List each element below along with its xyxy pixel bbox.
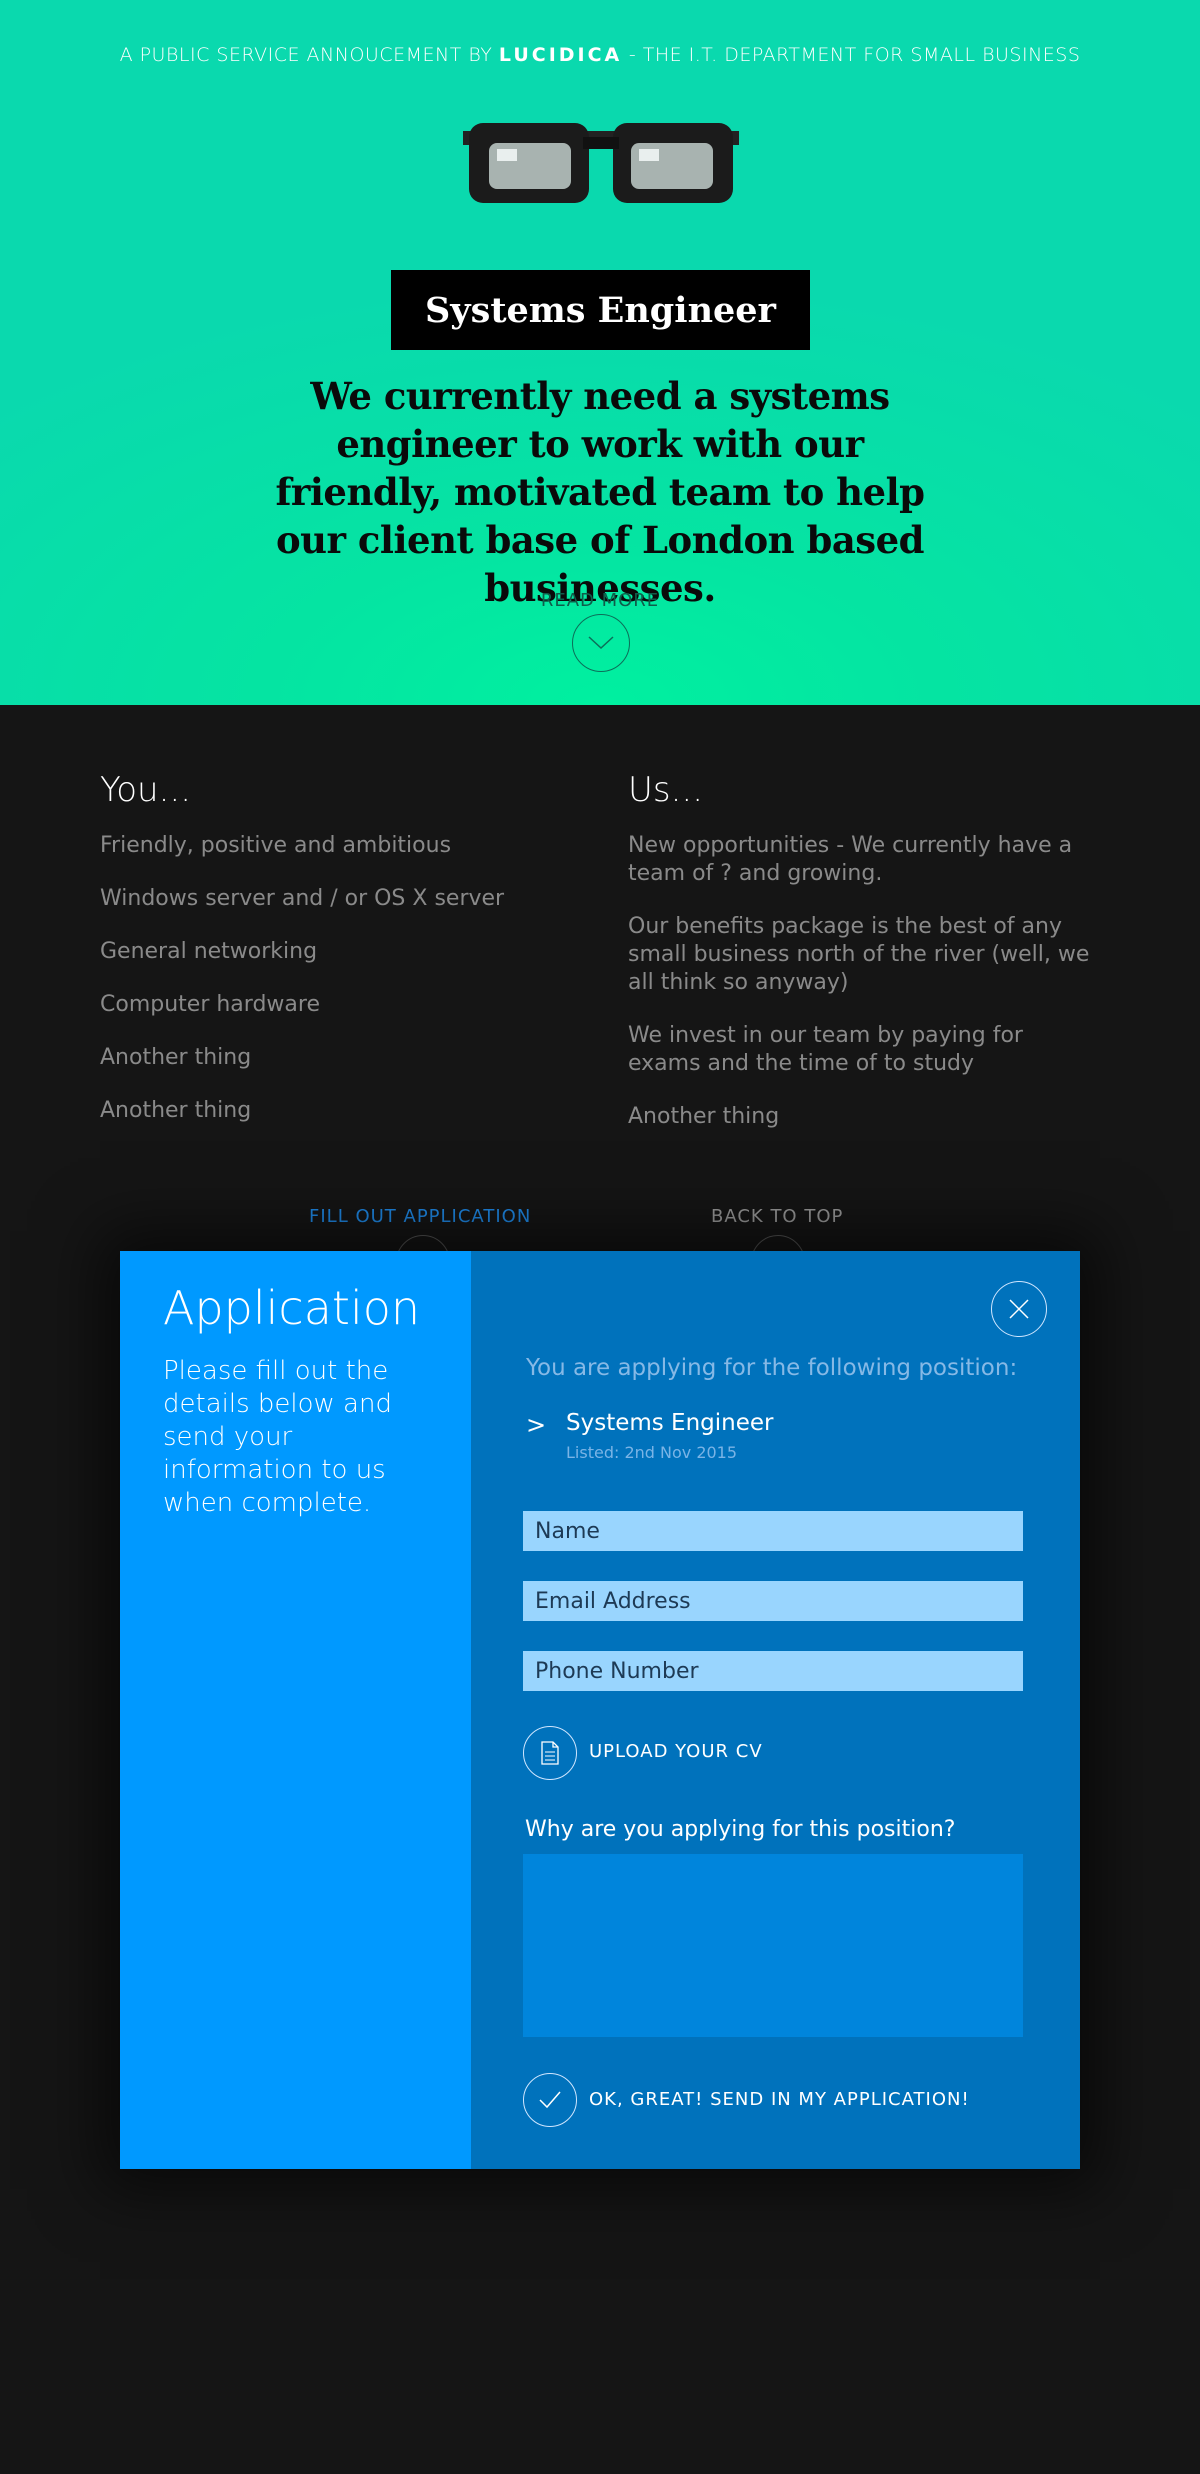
- check-icon: [539, 2091, 561, 2109]
- us-heading: Us...: [628, 770, 704, 810]
- fill-out-application-link[interactable]: FILL OUT APPLICATION: [309, 1206, 531, 1227]
- why-applying-label: Why are you applying for this position?: [525, 1817, 956, 1842]
- you-column: You... Friendly, positive and ambitious …: [100, 770, 580, 1150]
- job-title-box: Systems Engineer: [391, 270, 810, 350]
- you-item: Computer hardware: [100, 992, 320, 1017]
- send-application-button[interactable]: [523, 2073, 577, 2127]
- modal-title: Application: [163, 1281, 421, 1335]
- brand-name[interactable]: LUCIDICA: [499, 44, 622, 66]
- modal-intro-panel: Application Please fill out the details …: [120, 1251, 471, 2169]
- us-column: Us... New opportunities - We currently h…: [628, 770, 1098, 1156]
- read-more-button[interactable]: [572, 614, 630, 672]
- position-arrow-icon: >: [526, 1411, 547, 1439]
- us-item: We invest in our team by paying for exam…: [628, 1023, 1023, 1076]
- hero-section: A PUBLIC SERVICE ANNOUCEMENT BY LUCIDICA…: [0, 0, 1200, 705]
- why-applying-textarea[interactable]: [523, 1854, 1023, 2037]
- document-icon: [541, 1741, 559, 1765]
- psa-banner: A PUBLIC SERVICE ANNOUCEMENT BY LUCIDICA…: [0, 44, 1200, 66]
- us-item: New opportunities - We currently have a …: [628, 833, 1073, 886]
- email-input[interactable]: [523, 1581, 1023, 1621]
- name-input[interactable]: [523, 1511, 1023, 1551]
- upload-cv-button[interactable]: [523, 1726, 577, 1780]
- you-item: Windows server and / or OS X server: [100, 886, 505, 911]
- position-listed-date: Listed: 2nd Nov 2015: [566, 1443, 738, 1462]
- you-item: Another thing: [100, 1098, 252, 1123]
- psa-suffix: - THE I.T. DEPARTMENT FOR SMALL BUSINESS: [622, 44, 1081, 66]
- you-item: Another thing: [100, 1045, 252, 1070]
- application-modal: Application Please fill out the details …: [120, 1251, 1080, 2169]
- us-item: Another thing: [628, 1104, 780, 1129]
- position-name: Systems Engineer: [566, 1410, 774, 1436]
- us-item: Our benefits package is the best of any …: [628, 914, 1090, 995]
- read-more-link[interactable]: READ MORE: [0, 590, 1200, 611]
- glasses-icon: [463, 123, 739, 203]
- upload-cv-label[interactable]: UPLOAD YOUR CV: [589, 1741, 763, 1762]
- close-icon: [1009, 1299, 1029, 1319]
- job-intro: We currently need a systems engineer to …: [275, 374, 925, 610]
- close-button[interactable]: [991, 1281, 1047, 1337]
- back-to-top-link[interactable]: BACK TO TOP: [711, 1206, 843, 1227]
- you-item: Friendly, positive and ambitious: [100, 833, 452, 858]
- send-application-label[interactable]: OK, GREAT! SEND IN MY APPLICATION!: [589, 2089, 970, 2110]
- modal-form-panel: You are applying for the following posit…: [471, 1251, 1080, 2169]
- modal-description: Please fill out the details below and se…: [163, 1356, 392, 1518]
- applying-for-label: You are applying for the following posit…: [526, 1355, 1018, 1381]
- psa-prefix: A PUBLIC SERVICE ANNOUCEMENT BY: [119, 44, 499, 66]
- chevron-down-icon: [588, 636, 614, 650]
- phone-input[interactable]: [523, 1651, 1023, 1691]
- you-heading: You...: [100, 770, 192, 810]
- you-item: General networking: [100, 939, 318, 964]
